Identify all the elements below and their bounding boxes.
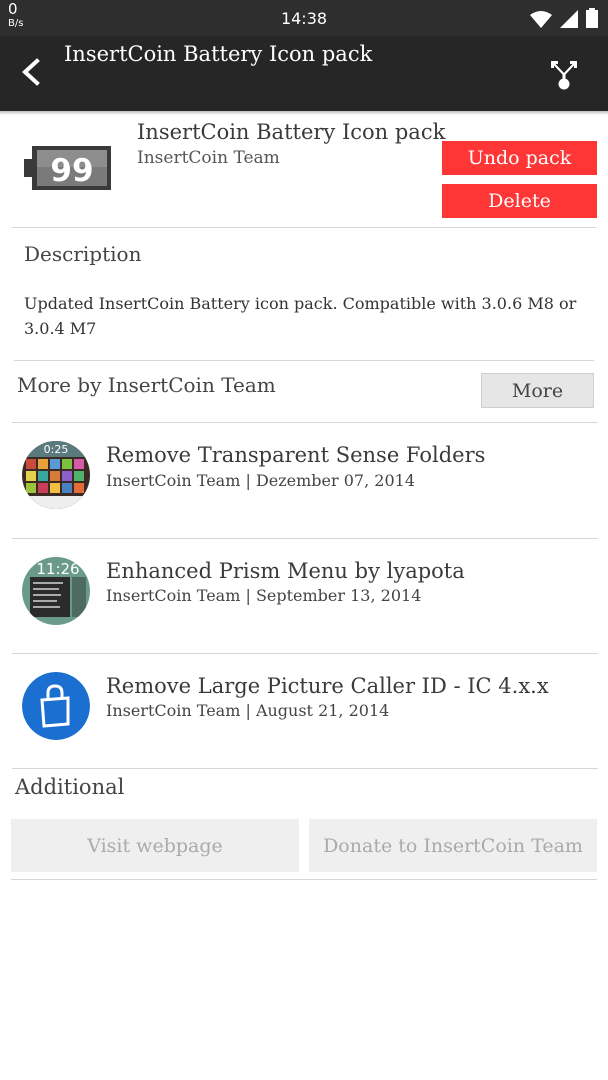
back-arrow-icon[interactable] xyxy=(18,58,46,86)
divider xyxy=(12,768,598,769)
item-thumbnail: 0:25 xyxy=(22,441,90,509)
thumbnail-clock: 11:26 xyxy=(36,560,79,578)
additional-heading: Additional xyxy=(15,775,125,799)
share-icon[interactable] xyxy=(546,56,582,92)
more-button[interactable]: More xyxy=(481,373,594,408)
battery-icon-number: 99 xyxy=(50,153,93,189)
app-bar-title: InsertCoin Battery Icon pack xyxy=(64,42,373,66)
visit-webpage-button[interactable]: Visit webpage xyxy=(11,819,299,872)
app-bar-shadow xyxy=(0,111,608,115)
list-item[interactable]: 0:25 Remove Transparent Sense Folders In… xyxy=(0,423,608,533)
item-subtitle: InsertCoin Team | September 13, 2014 xyxy=(106,586,422,605)
battery-icon xyxy=(586,8,598,28)
sense-folders-thumbnail-icon: 0:25 xyxy=(22,441,90,509)
shopping-bag-icon xyxy=(22,672,90,740)
item-subtitle: InsertCoin Team | August 21, 2014 xyxy=(106,701,390,720)
list-item[interactable]: Remove Large Picture Caller ID - IC 4.x.… xyxy=(0,654,608,764)
description-text: Updated InsertCoin Battery icon pack. Co… xyxy=(24,294,577,338)
item-subtitle: InsertCoin Team | Dezember 07, 2014 xyxy=(106,471,415,490)
divider xyxy=(12,227,596,228)
description-heading: Description xyxy=(24,242,142,266)
donate-button[interactable]: Donate to InsertCoin Team xyxy=(309,819,597,872)
delete-button[interactable]: Delete xyxy=(442,184,597,218)
item-thumbnail xyxy=(22,672,90,740)
status-bar: 0 B/s 14:38 xyxy=(0,0,608,36)
pack-author[interactable]: InsertCoin Team xyxy=(137,148,280,168)
battery-99-icon: 99 xyxy=(24,146,111,190)
item-title: Remove Large Picture Caller ID - IC 4.x.… xyxy=(106,674,549,698)
thumbnail-clock: 0:25 xyxy=(44,443,69,456)
prism-menu-thumbnail-icon: 11:26 xyxy=(22,557,90,625)
item-thumbnail: 11:26 xyxy=(22,557,90,625)
item-title: Enhanced Prism Menu by lyapota xyxy=(106,559,465,583)
signal-icon xyxy=(560,10,578,28)
more-by-heading: More by InsertCoin Team xyxy=(17,373,276,397)
divider xyxy=(11,879,597,880)
app-bar: InsertCoin Battery Icon pack xyxy=(0,36,608,111)
undo-pack-button[interactable]: Undo pack xyxy=(442,141,597,175)
status-icons xyxy=(530,8,598,28)
list-item[interactable]: 11:26 Enhanced Prism Menu by lyapota Ins… xyxy=(0,539,608,649)
pack-title: InsertCoin Battery Icon pack xyxy=(137,120,446,144)
wifi-icon xyxy=(530,11,552,28)
clock: 14:38 xyxy=(280,9,328,28)
divider xyxy=(14,360,594,361)
item-title: Remove Transparent Sense Folders xyxy=(106,443,486,467)
